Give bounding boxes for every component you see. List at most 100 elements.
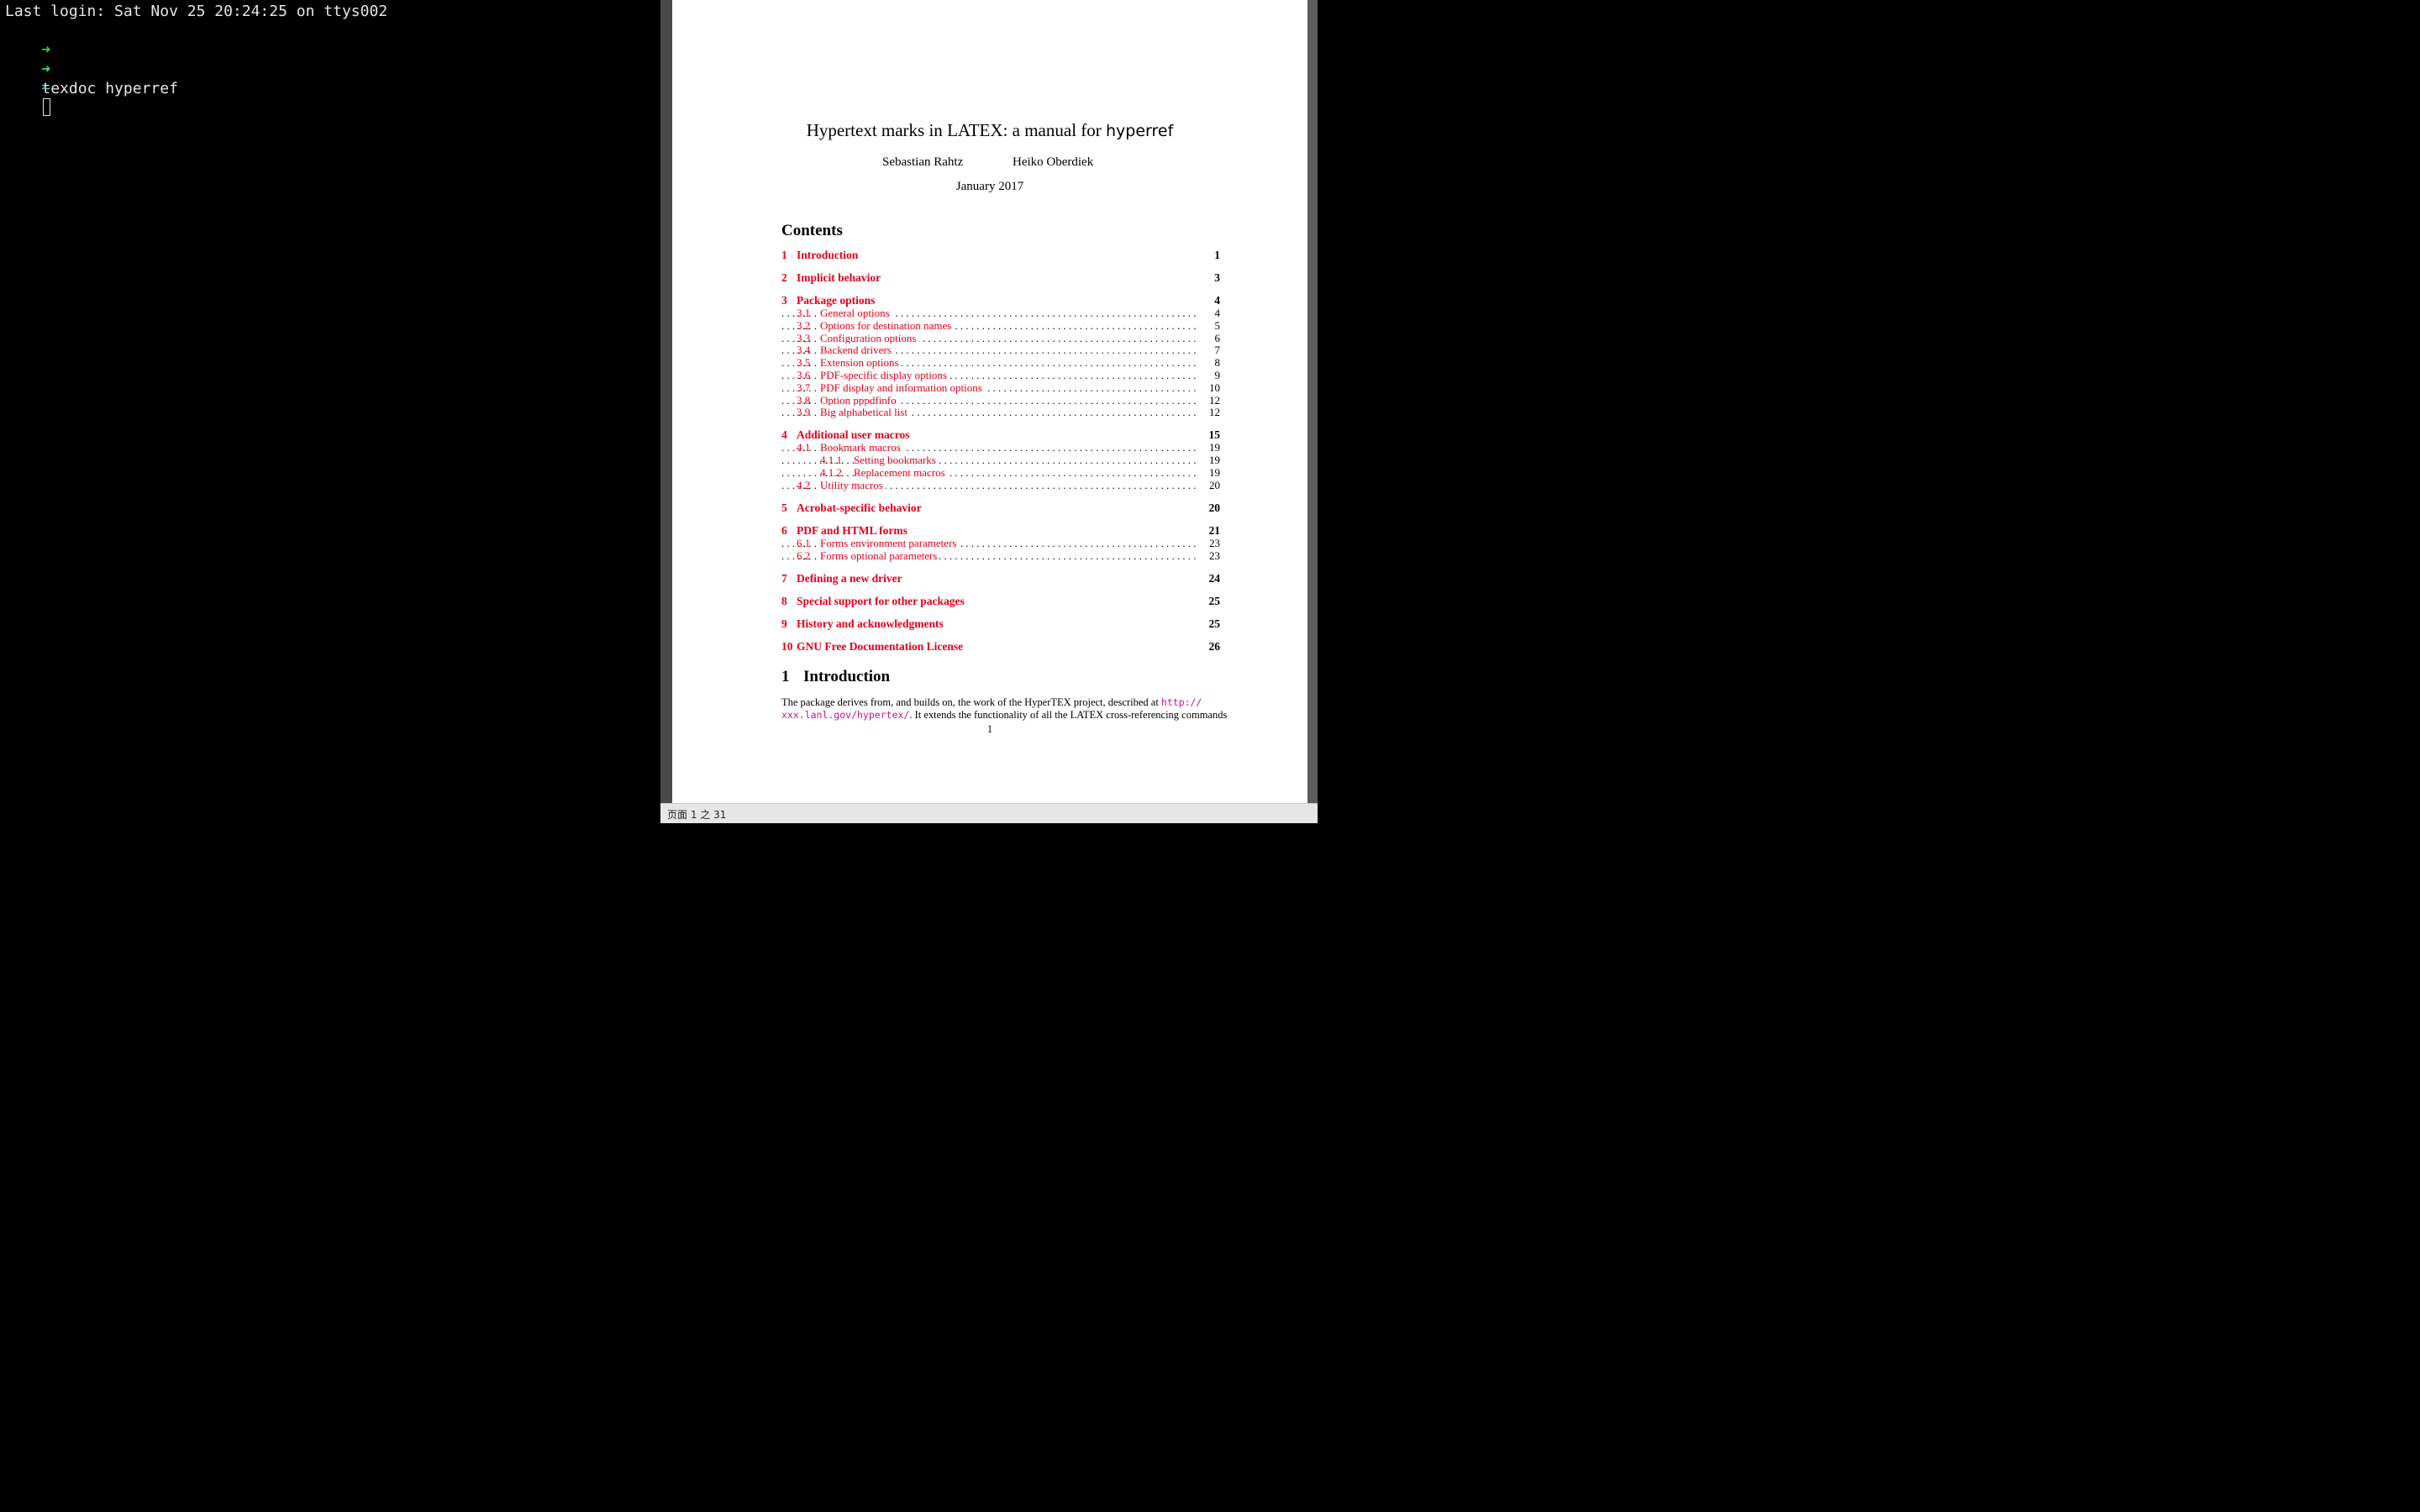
toc-entry[interactable]: ........................................… (781, 307, 1221, 320)
toc-entry[interactable]: ........................................… (781, 344, 1221, 358)
toc-entry-page: 23 (1209, 549, 1220, 562)
toc-entry-title[interactable]: Setting bookmarks (854, 454, 939, 468)
toc-entry-page: 9 (1214, 369, 1221, 381)
toc-entry-title[interactable]: Special support for other packages (797, 594, 967, 608)
toc-entry-page: 7 (1214, 344, 1221, 357)
viewer-scrollbar[interactable] (1307, 0, 1318, 803)
toc-entry-title[interactable]: Bookmark macros (820, 441, 903, 455)
toc-entry-title[interactable]: Forms optional parameters (820, 549, 940, 563)
toc-entry-page: 5 (1214, 318, 1221, 332)
pdf-page[interactable]: Hypertext marks in LATEX: a manual for h… (672, 0, 1307, 803)
toc-entry-page: 6 (1214, 331, 1221, 344)
prompt-directory: ~ (41, 80, 51, 97)
toc-entry-page: 3 (1214, 271, 1220, 284)
toc-entry[interactable]: 8 Special support for other packages 25 (781, 594, 1220, 608)
toc-entry-page: 20 (1209, 478, 1220, 491)
toc-entry-page: 19 (1209, 441, 1220, 454)
toc-entry-number: 4 (781, 428, 787, 442)
intro-text: . It extends the functionality of all th… (909, 709, 1228, 721)
toc-entry-title[interactable]: GNU Free Documentation License (797, 639, 966, 654)
toc-entry[interactable]: ........................................… (781, 454, 1220, 468)
pdf-viewer[interactable]: Hypertext marks in LATEX: a manual for h… (660, 0, 1318, 823)
toc-entry-number: 7 (781, 571, 787, 585)
active-prompt-line[interactable]: ➜ ~ (5, 40, 51, 116)
section-heading-introduction: 1 Introduction (781, 668, 890, 686)
toc-entry-title[interactable]: Big alphabetical list (820, 406, 910, 420)
toc-entry-page: 15 (1208, 428, 1221, 442)
toc-entry[interactable]: ........................................… (781, 466, 1220, 480)
toc-entry-title[interactable]: Package options (797, 294, 878, 307)
toc-entry-number: 2 (781, 271, 787, 284)
toc-entry-title[interactable]: Replacement macros (854, 466, 948, 480)
toc-entry-number: 6 (781, 523, 787, 537)
toc-entry[interactable]: ........................................… (781, 369, 1221, 382)
toc-entry-page: 4 (1214, 307, 1221, 319)
author-2: Heiko Oberdiek (1013, 155, 1094, 169)
toc-entry-number: 3.9 (797, 406, 811, 419)
toc-entry-number: 1 (781, 249, 787, 261)
intro-paragraph-line-2: xxx.lanl.gov/hypertex/. It extends the f… (781, 709, 1227, 722)
toc-leader-dots: ........................................… (781, 466, 1198, 479)
toc-entry[interactable]: ........................................… (781, 318, 1221, 333)
toc-entry-title[interactable]: Additional user macros (797, 428, 913, 443)
toc-entry-number: 9 (781, 617, 787, 630)
toc-entry[interactable]: ........................................… (781, 331, 1221, 345)
intro-link[interactable]: xxx.lanl.gov/hypertex/ (781, 709, 909, 721)
toc-entry[interactable]: ........................................… (781, 441, 1220, 455)
toc-entry[interactable]: 7 Defining a new driver 24 (781, 571, 1221, 585)
toc-entry-title[interactable]: General options (820, 307, 892, 320)
toc-entry[interactable]: 10 GNU Free Documentation License 26 (781, 639, 1221, 654)
toc-entry-page: 19 (1209, 466, 1220, 479)
toc-entry[interactable]: ........................................… (781, 536, 1220, 550)
toc-entry[interactable]: ........................................… (781, 381, 1220, 395)
toc-entry-title[interactable]: Extension options (820, 356, 902, 370)
toc-entry-title[interactable]: Defining a new driver (797, 571, 905, 585)
toc-entry[interactable]: 4 Additional user macros 15 (781, 428, 1221, 443)
toc-entry-number: 3.5 (797, 356, 811, 370)
page-indicator: 页面 1 之 31 (667, 809, 727, 821)
toc-entry-title[interactable]: Configuration options (820, 331, 919, 345)
toc-entry[interactable]: ........................................… (781, 549, 1220, 563)
toc-entry-number: 4.1 (797, 441, 811, 454)
toc-entry-title[interactable]: PDF-specific display options (820, 369, 950, 382)
toc-entry[interactable]: 5 Acrobat-specific behavior 20 (781, 501, 1220, 515)
toc-entry-page: 25 (1208, 617, 1221, 630)
toc-entry-title[interactable]: Option pppdfinfo (820, 393, 899, 407)
toc-entry-title[interactable]: PDF and HTML forms (797, 523, 910, 538)
toc-entry-page: 24 (1208, 571, 1221, 585)
toc-entry-page: 12 (1209, 393, 1220, 407)
toc-entry[interactable]: ........................................… (781, 393, 1220, 407)
toc-entry-title[interactable]: History and acknowledgments (797, 617, 946, 631)
toc-entry[interactable]: ........................................… (781, 406, 1220, 420)
toc-entry-title[interactable]: Backend drivers (820, 344, 894, 358)
toc-entry-number: 3.7 (797, 381, 811, 394)
title-text-1: Hypertext marks in (806, 120, 948, 140)
status-bar: 页面 1 之 31 (660, 803, 1318, 823)
toc-entry-title[interactable]: Options for destination names (820, 318, 955, 333)
toc-entry[interactable]: ........................................… (781, 356, 1220, 370)
toc-entry-number: 4.1.1 (820, 454, 842, 467)
toc-entry[interactable]: 1 Introduction 1 (781, 249, 1220, 262)
toc-entry-number: 4.1.2 (820, 466, 842, 479)
intro-link[interactable]: http:// (1161, 696, 1202, 708)
command-text: texdoc hyperref (41, 80, 178, 97)
toc-entry-title[interactable]: Implicit behavior (797, 271, 884, 285)
toc-leader-dots: ........................................… (781, 454, 1198, 467)
toc-entry[interactable]: 3 Package options 4 (781, 294, 1220, 307)
toc-entry[interactable]: 9 History and acknowledgments 25 (781, 617, 1221, 631)
toc-entry[interactable]: 2 Implicit behavior 3 (781, 271, 1220, 285)
toc-entry-title[interactable]: Acrobat-specific behavior (797, 501, 924, 515)
toc-entry-page: 4 (1214, 294, 1220, 307)
toc-entry-title[interactable]: Introduction (797, 249, 861, 262)
toc-entry-page: 19 (1209, 454, 1220, 467)
toc-entry-title[interactable]: Forms environment parameters (820, 536, 960, 550)
toc-entry-title[interactable]: Utility macros (820, 478, 886, 492)
toc-entry[interactable]: ........................................… (781, 478, 1220, 492)
command-line: ➜ ~ texdoc hyperref (5, 21, 178, 97)
toc-entry-title[interactable]: PDF display and information options (820, 381, 985, 395)
toc-entry[interactable]: 6 PDF and HTML forms 21 (781, 523, 1220, 538)
toc-entry-number: 10 (781, 639, 793, 653)
toc-entry-number: 3.8 (797, 393, 811, 407)
terminal-window[interactable]: Last login: Sat Nov 25 20:24:25 on ttys0… (0, 0, 660, 823)
toc-entry-page: 26 (1208, 639, 1221, 653)
